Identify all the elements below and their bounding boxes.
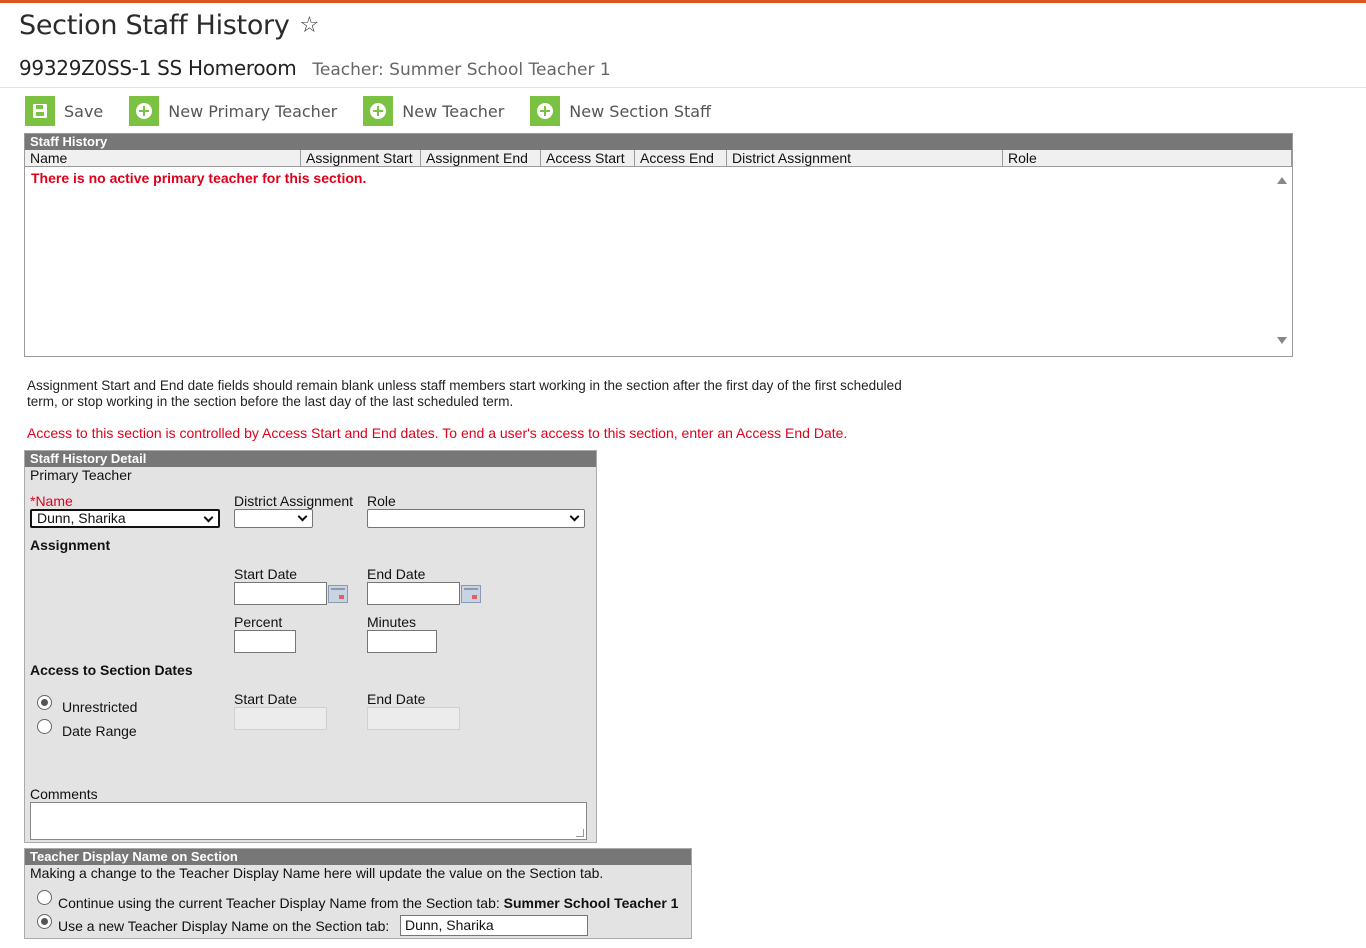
column-header-access-start[interactable]: Access Start xyxy=(541,150,635,167)
assignment-start-date-label: Start Date xyxy=(234,566,298,582)
scroll-up-arrow-icon[interactable] xyxy=(1277,177,1287,184)
resize-grip-icon[interactable] xyxy=(576,829,584,837)
access-warning: Access to this section is controlled by … xyxy=(27,425,848,441)
add-circle-icon xyxy=(363,96,394,126)
new-display-name-input[interactable]: Dunn, Sharika xyxy=(400,915,588,936)
new-primary-teacher-button[interactable]: New Primary Teacher xyxy=(129,96,337,126)
new-section-staff-button[interactable]: New Section Staff xyxy=(530,96,711,126)
new-teacher-label: New Teacher xyxy=(402,101,505,121)
primary-teacher-label: Primary Teacher xyxy=(30,467,132,483)
save-icon xyxy=(25,96,55,126)
name-select-value: Dunn, Sharika xyxy=(37,510,126,526)
add-circle-icon xyxy=(530,96,561,126)
percent-label: Percent xyxy=(234,614,283,630)
page-title-text: Section Staff History xyxy=(19,10,290,41)
role-select[interactable] xyxy=(367,509,585,528)
role-label: Role xyxy=(367,493,396,509)
page-title: Section Staff History ☆ xyxy=(19,10,319,41)
continue-display-name-radio[interactable] xyxy=(37,890,52,905)
name-select[interactable]: Dunn, Sharika xyxy=(30,509,220,528)
new-display-name-label: Use a new Teacher Display Name on the Se… xyxy=(58,918,390,934)
access-end-date-label: End Date xyxy=(367,691,426,707)
top-accent-bar xyxy=(0,0,1366,3)
minutes-input[interactable] xyxy=(367,630,437,653)
unrestricted-radio[interactable] xyxy=(37,695,52,710)
add-circle-icon xyxy=(129,96,160,126)
district-assignment-label: District Assignment xyxy=(234,493,354,509)
access-start-date-input[interactable] xyxy=(234,707,327,730)
section-name: 99329Z0SS-1 SS Homeroom xyxy=(19,56,297,80)
display-name-description: Making a change to the Teacher Display N… xyxy=(30,865,604,881)
access-start-date-label: Start Date xyxy=(234,691,298,707)
save-button-label: Save xyxy=(64,101,104,121)
access-end-date-input[interactable] xyxy=(367,707,460,730)
section-subheader: 99329Z0SS-1 SS Homeroom Teacher: Summer … xyxy=(19,56,611,80)
staff-history-detail-title: Staff History Detail xyxy=(25,451,596,467)
staff-history-detail-panel: Staff History Detail Primary Teacher *Na… xyxy=(24,450,597,843)
new-teacher-button[interactable]: New Teacher xyxy=(363,96,504,126)
column-header-role[interactable]: Role xyxy=(1003,150,1292,167)
assignment-end-date-input[interactable] xyxy=(367,582,460,605)
star-outline-icon[interactable]: ☆ xyxy=(300,13,320,38)
assignment-end-date-label: End Date xyxy=(367,566,426,582)
new-primary-teacher-label: New Primary Teacher xyxy=(168,101,338,121)
date-range-radio[interactable] xyxy=(37,719,52,734)
staff-history-header-row: Name Assignment Start Assignment End Acc… xyxy=(25,150,1292,167)
save-button[interactable]: Save xyxy=(25,96,103,126)
comments-label: Comments xyxy=(30,786,98,802)
unrestricted-label: Unrestricted xyxy=(62,699,138,715)
calendar-icon[interactable] xyxy=(461,585,481,603)
current-display-name-value: Summer School Teacher 1 xyxy=(503,895,679,911)
chevron-down-icon xyxy=(203,512,214,523)
minutes-label: Minutes xyxy=(367,614,417,630)
column-header-access-end[interactable]: Access End xyxy=(635,150,727,167)
name-label: *Name xyxy=(30,493,73,509)
comments-textarea[interactable] xyxy=(30,802,587,840)
staff-history-title: Staff History xyxy=(25,134,1292,150)
chevron-down-icon xyxy=(297,511,308,522)
access-dates-heading: Access to Section Dates xyxy=(30,662,193,678)
teacher-display-name-title: Teacher Display Name on Section xyxy=(25,849,691,865)
action-toolbar: Save New Primary Teacher New Teacher New… xyxy=(25,96,737,126)
column-header-name[interactable]: Name xyxy=(25,150,301,167)
teacher-label: Teacher: Summer School Teacher 1 xyxy=(312,60,611,80)
percent-input[interactable] xyxy=(234,630,296,653)
teacher-display-name-panel: Teacher Display Name on Section Making a… xyxy=(24,848,692,939)
new-display-name-radio[interactable] xyxy=(37,914,52,929)
column-header-assignment-start[interactable]: Assignment Start xyxy=(301,150,421,167)
district-assignment-select[interactable] xyxy=(234,509,313,528)
column-header-assignment-end[interactable]: Assignment End xyxy=(421,150,541,167)
assignment-date-note: Assignment Start and End date fields sho… xyxy=(27,378,902,409)
chevron-down-icon xyxy=(569,511,580,522)
header-divider xyxy=(0,87,1366,88)
new-section-staff-label: New Section Staff xyxy=(569,101,712,121)
date-range-label: Date Range xyxy=(62,723,137,739)
column-header-district-assignment[interactable]: District Assignment xyxy=(727,150,1003,167)
staff-history-panel: Staff History Name Assignment Start Assi… xyxy=(24,133,1293,357)
calendar-icon[interactable] xyxy=(328,585,348,603)
scroll-down-arrow-icon[interactable] xyxy=(1277,337,1287,344)
assignment-start-date-input[interactable] xyxy=(234,582,327,605)
continue-display-name-label: Continue using the current Teacher Displ… xyxy=(58,895,678,911)
continue-display-name-text: Continue using the current Teacher Displ… xyxy=(58,895,500,911)
empty-history-message: There is no active primary teacher for t… xyxy=(31,170,367,186)
assignment-heading: Assignment xyxy=(30,537,111,553)
